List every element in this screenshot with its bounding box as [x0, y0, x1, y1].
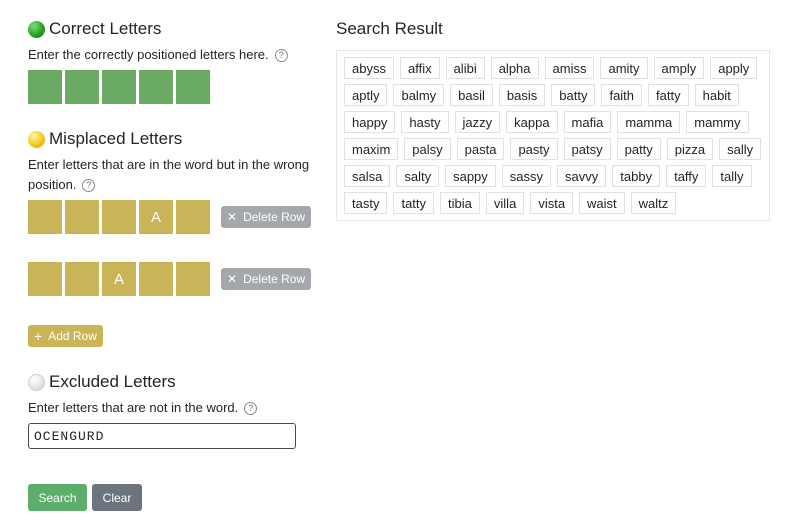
- excluded-letters-input[interactable]: [28, 423, 296, 449]
- misplaced-letter-tile[interactable]: [176, 200, 210, 234]
- result-word[interactable]: mamma: [617, 111, 681, 133]
- misplaced-letter-tile[interactable]: [102, 200, 136, 234]
- delete-row-label: Delete Row: [243, 210, 306, 224]
- result-word[interactable]: batty: [551, 84, 596, 106]
- result-word[interactable]: aptly: [344, 84, 388, 106]
- correct-letters-heading: Correct Letters: [28, 17, 161, 41]
- result-word[interactable]: kappa: [506, 111, 558, 133]
- excluded-letters-heading: Excluded Letters: [28, 370, 176, 394]
- result-word[interactable]: mammy: [686, 111, 749, 133]
- result-word[interactable]: amiss: [544, 57, 595, 79]
- result-word[interactable]: patsy: [563, 138, 611, 160]
- white-circle-icon: [28, 373, 45, 391]
- result-word[interactable]: abyss: [344, 57, 394, 79]
- correct-letter-tile-2[interactable]: [65, 70, 99, 104]
- misplaced-letter-tile[interactable]: [28, 200, 62, 234]
- result-word[interactable]: mafia: [563, 111, 612, 133]
- correct-letters-description: Enter the correctly positioned letters h…: [28, 45, 288, 65]
- misplaced-letter-tile[interactable]: [28, 262, 62, 296]
- misplaced-description-line-2: position.: [28, 177, 77, 192]
- result-word[interactable]: pasta: [456, 138, 505, 160]
- result-word[interactable]: alibi: [445, 57, 485, 79]
- misplaced-letters-description: Enter letters that are in the word but i…: [28, 155, 309, 195]
- result-word[interactable]: happy: [344, 111, 396, 133]
- search-result-list: abyss affix alibi alpha amiss amity amply apply…: [336, 50, 770, 221]
- result-word[interactable]: waist: [579, 192, 625, 214]
- excluded-letters-description-text: Enter letters that are not in the word.: [28, 400, 239, 415]
- misplaced-letter-tile[interactable]: [65, 200, 99, 234]
- correct-letter-tile-1[interactable]: [28, 70, 62, 104]
- result-word[interactable]: basis: [498, 84, 546, 106]
- result-word[interactable]: pasty: [510, 138, 558, 160]
- result-word[interactable]: apply: [710, 57, 758, 79]
- delete-row-button[interactable]: ✕ Delete Row: [221, 268, 312, 290]
- correct-letters-description-text: Enter the correctly positioned letters h…: [28, 47, 269, 62]
- misplaced-letter-tile[interactable]: [139, 262, 173, 296]
- help-icon[interactable]: ?: [244, 402, 258, 415]
- search-result-title: Search Result: [336, 19, 443, 38]
- misplaced-letter-tile[interactable]: A: [139, 200, 173, 234]
- delete-row-button[interactable]: ✕ Delete Row: [221, 206, 312, 228]
- green-circle-icon: [28, 20, 45, 38]
- result-word[interactable]: maxim: [344, 138, 399, 160]
- misplaced-row-1: A ✕ Delete Row: [28, 200, 312, 234]
- result-word[interactable]: alpha: [490, 57, 539, 79]
- clear-button[interactable]: Clear: [92, 484, 142, 511]
- result-word[interactable]: vista: [530, 192, 574, 214]
- misplaced-letters-heading: Misplaced Letters: [28, 127, 182, 151]
- help-icon[interactable]: ?: [82, 179, 96, 192]
- result-word[interactable]: jazzy: [454, 111, 501, 133]
- yellow-circle-icon: [28, 130, 45, 148]
- result-word[interactable]: tabby: [612, 165, 661, 187]
- result-word[interactable]: balmy: [393, 84, 445, 106]
- result-word[interactable]: sassy: [501, 165, 552, 187]
- help-icon[interactable]: ?: [274, 49, 288, 62]
- result-word[interactable]: waltz: [630, 192, 677, 214]
- excluded-letters-title: Excluded Letters: [49, 372, 176, 391]
- result-word[interactable]: sally: [719, 138, 762, 160]
- result-word[interactable]: tibia: [440, 192, 480, 214]
- add-row-button[interactable]: + Add Row: [28, 325, 103, 347]
- result-word[interactable]: faith: [601, 84, 643, 106]
- correct-letters-row: [28, 70, 210, 104]
- misplaced-letter-tile[interactable]: [65, 262, 99, 296]
- misplaced-letters-title: Misplaced Letters: [49, 129, 183, 148]
- delete-row-label: Delete Row: [243, 272, 306, 286]
- result-word[interactable]: tatty: [393, 192, 435, 214]
- misplaced-description-line-1: Enter letters that are in the word but i…: [28, 157, 310, 172]
- correct-letters-title: Correct Letters: [49, 19, 162, 38]
- result-word[interactable]: patty: [616, 138, 661, 160]
- result-word[interactable]: salty: [396, 165, 440, 187]
- close-icon: ✕: [227, 272, 238, 286]
- result-word[interactable]: amity: [600, 57, 648, 79]
- result-word[interactable]: affix: [399, 57, 440, 79]
- search-button[interactable]: Search: [28, 484, 87, 511]
- close-icon: ✕: [227, 210, 238, 224]
- misplaced-row-2: A ✕ Delete Row: [28, 262, 312, 296]
- plus-icon: +: [34, 328, 43, 344]
- result-word[interactable]: tasty: [344, 192, 388, 214]
- result-word[interactable]: taffy: [666, 165, 707, 187]
- result-word[interactable]: palsy: [404, 138, 451, 160]
- result-word[interactable]: sappy: [445, 165, 496, 187]
- result-word[interactable]: pizza: [666, 138, 714, 160]
- result-word[interactable]: salsa: [344, 165, 391, 187]
- result-word[interactable]: amply: [653, 57, 705, 79]
- misplaced-letter-tile[interactable]: [176, 262, 210, 296]
- result-word[interactable]: habit: [694, 84, 739, 106]
- add-row-label: Add Row: [48, 329, 97, 343]
- result-word[interactable]: basil: [450, 84, 493, 106]
- correct-letter-tile-4[interactable]: [139, 70, 173, 104]
- excluded-letters-description: Enter letters that are not in the word.?: [28, 398, 258, 418]
- result-word[interactable]: tally: [712, 165, 752, 187]
- result-word[interactable]: savvy: [557, 165, 607, 187]
- correct-letter-tile-5[interactable]: [176, 70, 210, 104]
- result-word[interactable]: fatty: [648, 84, 689, 106]
- result-word[interactable]: villa: [485, 192, 525, 214]
- misplaced-letter-tile[interactable]: A: [102, 262, 136, 296]
- result-word[interactable]: hasty: [401, 111, 449, 133]
- correct-letter-tile-3[interactable]: [102, 70, 136, 104]
